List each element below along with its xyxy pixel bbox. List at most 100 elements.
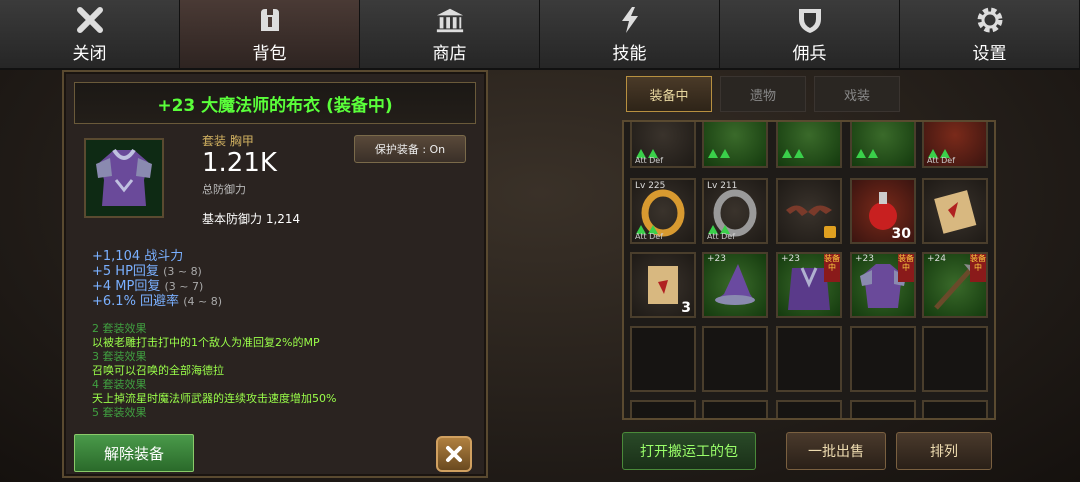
- inventory-slot[interactable]: 3: [630, 252, 696, 318]
- item-level: Lv 225: [635, 181, 666, 191]
- robe-icon: [96, 148, 152, 206]
- set-effect-header: 2 套装效果: [92, 322, 147, 335]
- inventory-tabs: 装备中 遗物 戏装: [626, 76, 900, 112]
- inventory-slot[interactable]: +24 装备中: [922, 252, 988, 318]
- inventory-slot[interactable]: Att Def: [630, 122, 696, 168]
- equipped-tag: 装备中: [970, 254, 986, 282]
- set-effects: 2 套装效果 以被老雕打击打中的1个敌人为准回复2%的MP 3 套装效果 召唤可…: [92, 322, 472, 420]
- att-def-label: Att Def: [927, 156, 956, 165]
- scroll-icon: [934, 190, 977, 234]
- nav-close-label: 关闭: [72, 43, 107, 64]
- inventory-slot-empty[interactable]: [702, 400, 768, 418]
- nav-shop-button[interactable]: 商店: [360, 0, 540, 70]
- enhance-level: +23: [781, 254, 800, 264]
- nav-mercenary-button[interactable]: 佣兵: [720, 0, 900, 70]
- unequip-button[interactable]: 解除装备: [74, 434, 194, 472]
- inventory-slot[interactable]: [850, 122, 916, 168]
- inventory-slot[interactable]: [702, 122, 768, 168]
- sort-button[interactable]: 排列: [896, 432, 992, 470]
- nav-settings-button[interactable]: 设置: [900, 0, 1080, 70]
- equipped-tag: 装备中: [824, 254, 840, 282]
- shop-icon: [435, 5, 465, 35]
- nav-shop-label: 商店: [432, 43, 467, 64]
- item-count: 3: [681, 300, 691, 316]
- inventory-slot-empty[interactable]: [776, 326, 842, 392]
- inventory-slot[interactable]: +23: [702, 252, 768, 318]
- nav-backpack-button[interactable]: 背包: [180, 0, 360, 70]
- close-icon: [446, 446, 462, 462]
- stat-text: +1,104 战斗力: [92, 249, 184, 264]
- bulk-sell-button[interactable]: 一批出售: [786, 432, 886, 470]
- tab-equipped[interactable]: 装备中: [626, 76, 712, 112]
- set-effect-text: 天上掉流星时魔法师武器的连续攻击速度增加50%: [92, 392, 337, 405]
- enhance-level: +23: [707, 254, 726, 264]
- enhance-level: +24: [927, 254, 946, 264]
- nav-backpack-label: 背包: [252, 43, 287, 64]
- inventory-slot[interactable]: [776, 178, 842, 244]
- equipped-tag: 装备中: [898, 254, 914, 282]
- inventory-slot[interactable]: 30: [850, 178, 916, 244]
- item-portrait: [84, 138, 164, 218]
- set-effect-header: 3 套装效果: [92, 350, 147, 363]
- stat-range: (3 ~ 7): [164, 280, 204, 293]
- nav-mercenary-label: 佣兵: [792, 43, 827, 64]
- skill-icon: [615, 5, 645, 35]
- inventory-slot[interactable]: +23 装备中: [850, 252, 916, 318]
- upgrade-arrows: [708, 149, 730, 158]
- total-defense-label: 总防御力: [202, 183, 246, 196]
- inventory-grid[interactable]: Att Def Att Def Lv 225 Att Def Lv 211 At…: [622, 120, 996, 420]
- base-defense: 基本防御力 1,214: [202, 212, 301, 226]
- backpack-icon: [255, 5, 285, 35]
- inventory-slot-empty[interactable]: [922, 326, 988, 392]
- att-def-label: Att Def: [707, 232, 736, 241]
- nav-close-button[interactable]: 关闭: [0, 0, 180, 70]
- upgrade-arrows: [782, 149, 804, 158]
- stat-line: +6.1% 回避率 (4 ~ 8): [92, 294, 222, 309]
- item-category: 套装 胸甲: [202, 134, 254, 148]
- lock-icon: [824, 226, 836, 238]
- set-effect-header: 4 套装效果: [92, 378, 147, 391]
- tab-costume[interactable]: 戏装: [814, 76, 900, 112]
- set-effect-header: 5 套装效果: [92, 406, 147, 419]
- total-defense-value: 1.21K: [202, 148, 277, 178]
- inventory-slot-empty[interactable]: [702, 326, 768, 392]
- item-level: Lv 211: [707, 181, 738, 191]
- inventory-slot-empty[interactable]: [850, 326, 916, 392]
- inventory-slot-empty[interactable]: [630, 326, 696, 392]
- inventory-slot[interactable]: [922, 178, 988, 244]
- stat-range: (4 ~ 8): [183, 295, 222, 308]
- att-def-label: Att Def: [635, 156, 664, 165]
- item-detail-panel: +23 大魔法师的布衣 (装备中) 套装 胸甲 1.21K 总防御力 基本防御力…: [62, 70, 488, 478]
- inventory-slot[interactable]: Lv 211 Att Def: [702, 178, 768, 244]
- inventory-slot-empty[interactable]: [630, 400, 696, 418]
- protect-equipment-toggle[interactable]: 保护装备 : On: [354, 135, 466, 163]
- inventory-slot-empty[interactable]: [776, 400, 842, 418]
- upgrade-arrows: [856, 149, 878, 158]
- set-effect-text: 以被老雕打击打中的1个敌人为准回复2%的MP: [92, 336, 320, 349]
- close-detail-button[interactable]: [436, 436, 472, 472]
- close-icon: [75, 5, 105, 35]
- stat-list: +1,104 战斗力 +5 HP回复 (3 ~ 8) +4 MP回复 (3 ~ …: [92, 249, 222, 309]
- enhance-level: +23: [855, 254, 874, 264]
- inventory-slot[interactable]: Lv 225 Att Def: [630, 178, 696, 244]
- nav-settings-label: 设置: [972, 43, 1007, 64]
- stat-line: +5 HP回复 (3 ~ 8): [92, 264, 222, 279]
- set-effect-text: 召唤可以召唤的全部海德拉: [92, 364, 224, 377]
- stat-text: +5 HP回复: [92, 264, 159, 279]
- tab-relics[interactable]: 遗物: [720, 76, 806, 112]
- item-count: 30: [891, 226, 911, 242]
- inventory-slot[interactable]: +23 装备中: [776, 252, 842, 318]
- stat-range: (3 ~ 8): [163, 265, 202, 278]
- open-porter-bag-button[interactable]: 打开搬运工的包: [622, 432, 756, 470]
- nav-skill-button[interactable]: 技能: [540, 0, 720, 70]
- inventory-slot-empty[interactable]: [850, 400, 916, 418]
- inventory-slot-empty[interactable]: [922, 400, 988, 418]
- stat-line: +4 MP回复 (3 ~ 7): [92, 279, 222, 294]
- mercenary-icon: [795, 5, 825, 35]
- inventory-slot[interactable]: [776, 122, 842, 168]
- stat-line: +1,104 战斗力: [92, 249, 222, 264]
- top-nav: 关闭 背包 商店 技能 佣兵 设置: [0, 0, 1080, 70]
- att-def-label: Att Def: [635, 232, 664, 241]
- inventory-slot[interactable]: Att Def: [922, 122, 988, 168]
- gear-icon: [975, 5, 1005, 35]
